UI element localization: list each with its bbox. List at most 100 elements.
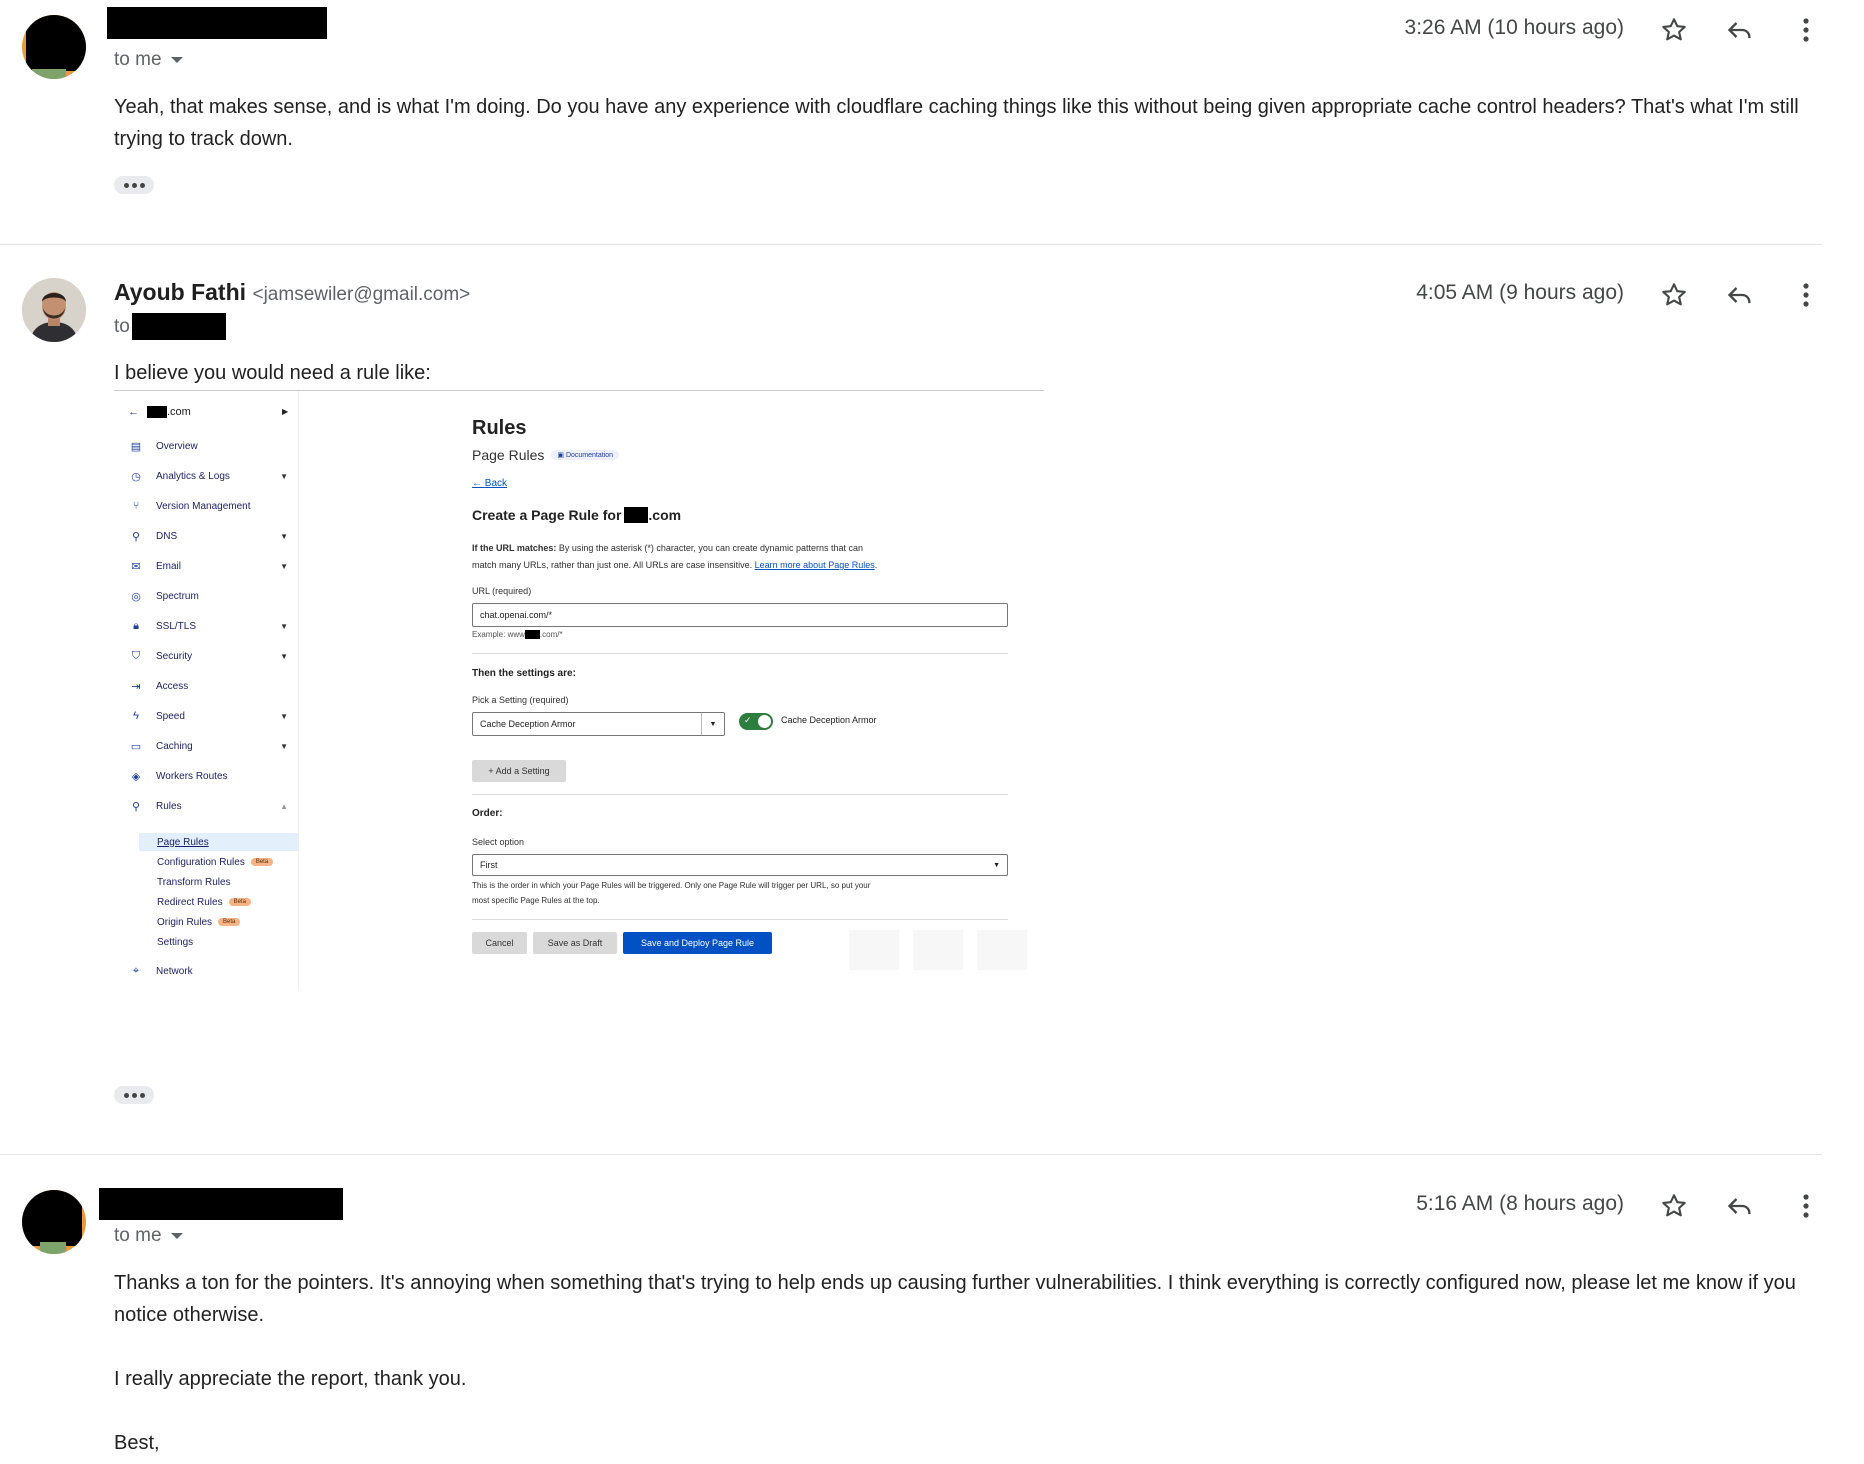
pick-setting-label: Pick a Setting (required) (472, 695, 569, 705)
redacted-sender-name (99, 1188, 343, 1220)
more-options-icon[interactable] (1788, 12, 1824, 48)
show-trimmed-content-button[interactable] (114, 1086, 154, 1104)
cf-subnav-label: Redirect Rules (157, 896, 223, 908)
cf-subnav-label: Transform Rules (157, 876, 231, 888)
sender-name: Ayoub Fathi (114, 279, 247, 305)
branch-icon: ⑂ (132, 500, 140, 512)
cf-subnav-transform-rules: Transform Rules (157, 873, 231, 891)
body-paragraph: I really appreciate the report, thank yo… (114, 1368, 467, 1390)
chevron-down-icon: ▼ (280, 471, 288, 481)
sender-avatar[interactable] (22, 278, 86, 342)
star-icon[interactable] (1656, 12, 1692, 48)
cf-nav-label: DNS (156, 530, 178, 542)
cf-heading: Rules (472, 417, 527, 439)
form-title-suffix: .com (648, 507, 682, 523)
url-label: URL (required) (472, 586, 532, 596)
cf-nav-label: Version Management (156, 500, 251, 512)
section-divider (472, 919, 1008, 920)
cf-nav-access: ⇥ Access (114, 675, 298, 697)
beta-badge: Beta (250, 858, 274, 866)
save-draft-button: Save as Draft (533, 932, 617, 954)
cf-subnav-label: Configuration Rules (157, 856, 245, 868)
cf-subnav-redirect-rules: Redirect Rules Beta (157, 893, 251, 911)
chevron-down-icon: ▼ (280, 741, 288, 751)
reply-icon[interactable] (1722, 12, 1758, 48)
setting-value: Cache Deception Armor (480, 719, 576, 729)
cf-subnav-settings: Settings (157, 933, 193, 951)
message-divider (0, 244, 1822, 245)
select-option-label: Select option (472, 837, 525, 847)
chevron-down-icon: ▼ (280, 531, 288, 541)
more-options-icon[interactable] (1788, 277, 1824, 313)
toggle-switch: ✓ (739, 713, 773, 730)
back-link: ← Back (472, 478, 508, 489)
workers-icon: ◈ (131, 770, 141, 783)
order-help-line2: most specific Page Rules at the top. (472, 896, 600, 905)
example-prefix: Example: www (472, 630, 525, 639)
reply-icon[interactable] (1722, 277, 1758, 313)
form-title-prefix: Create a Page Rule for (472, 507, 622, 523)
documentation-label: Documentation (565, 452, 614, 459)
recipient-label: to me (114, 49, 162, 70)
beta-badge: Beta (218, 918, 241, 926)
cf-nav-label: Rules (156, 800, 182, 812)
cf-nav-overview: ▤ Overview (114, 435, 298, 457)
documentation-badge: ▣ Documentation (551, 450, 620, 460)
dropdown-arrow-icon: ▼ (701, 713, 724, 735)
sender-line: Ayoub Fathi <jamsewiler@gmail.com> (114, 279, 470, 306)
cf-nav-workers-routes: ◈ Workers Routes (114, 765, 298, 787)
redacted-domain (624, 507, 649, 523)
cf-nav-label: Security (156, 650, 193, 662)
example-suffix: .com/* (539, 630, 563, 639)
reply-icon[interactable] (1722, 1188, 1758, 1224)
cancel-button: Cancel (472, 932, 527, 954)
body-paragraph: Best, (114, 1432, 160, 1454)
cf-subnav-label: Origin Rules (157, 916, 213, 928)
cf-nav-label: SSL/TLS (156, 620, 197, 632)
show-trimmed-content-button[interactable] (114, 176, 154, 194)
cf-nav-security: ⛉ Security ▼ (114, 645, 298, 667)
bolt-icon: ϟ (133, 710, 139, 722)
recipient-toggle[interactable]: to me (114, 1225, 184, 1247)
cf-nav-label: Caching (156, 740, 193, 752)
star-icon[interactable] (1656, 1188, 1692, 1224)
recipient-line: to (114, 313, 226, 340)
beta-badge: Beta (228, 898, 251, 906)
save-deploy-button: Save and Deploy Page Rule (623, 932, 772, 954)
dropdown-arrow-icon: ▼ (993, 861, 1000, 869)
cf-nav-label: Overview (156, 440, 198, 452)
cf-nav-speed: ϟ Speed ▼ (114, 705, 298, 727)
url-help-text: If the URL matches: By using the asteris… (472, 543, 878, 570)
learn-more-link: Learn more about Page Rules (754, 560, 875, 570)
chevron-down-icon: ▼ (280, 711, 288, 721)
sender-avatar[interactable] (22, 15, 86, 79)
url-help-bold: If the URL matches: (472, 543, 557, 553)
url-help-line1: By using the asterisk (*) character, you… (558, 543, 864, 553)
sender-avatar[interactable] (22, 1190, 86, 1254)
profile-photo (22, 278, 86, 342)
domain-suffix: .com (167, 406, 191, 418)
order-value: First (480, 860, 498, 870)
cf-nav-label: Access (156, 680, 189, 692)
more-options-icon[interactable] (1788, 1188, 1824, 1224)
cf-domain-header: ← .com (128, 406, 191, 418)
message-body: Thanks a ton for the pointers. It's anno… (114, 1267, 1814, 1459)
message-divider (0, 1154, 1822, 1155)
message-timestamp: 4:05 AM (9 hours ago) (1416, 281, 1624, 304)
cf-subheading: Page Rules (472, 447, 545, 463)
clock-icon: ◷ (131, 470, 141, 483)
storage-icon: ▭ (130, 740, 142, 753)
order-help-line1: This is the order in which your Page Rul… (472, 881, 871, 890)
cf-nav-label: Spectrum (156, 590, 199, 602)
star-icon[interactable] (1656, 277, 1692, 313)
network-icon: ⚲ (131, 530, 141, 543)
cf-nav-network: ⌖ Network (114, 960, 298, 982)
cf-nav-ssl-tls: 🔒︎ SSL/TLS ▼ (114, 615, 298, 637)
add-setting-button: + Add a Setting (472, 760, 566, 782)
url-input: chat.openai.com/* (472, 603, 1008, 627)
form-title: Create a Page Rule for .com (472, 507, 681, 523)
recipient-toggle[interactable]: to me (114, 49, 184, 71)
redacted-sender-name (107, 7, 327, 39)
back-arrow-icon: ← (128, 406, 139, 418)
section-divider (472, 653, 1008, 654)
